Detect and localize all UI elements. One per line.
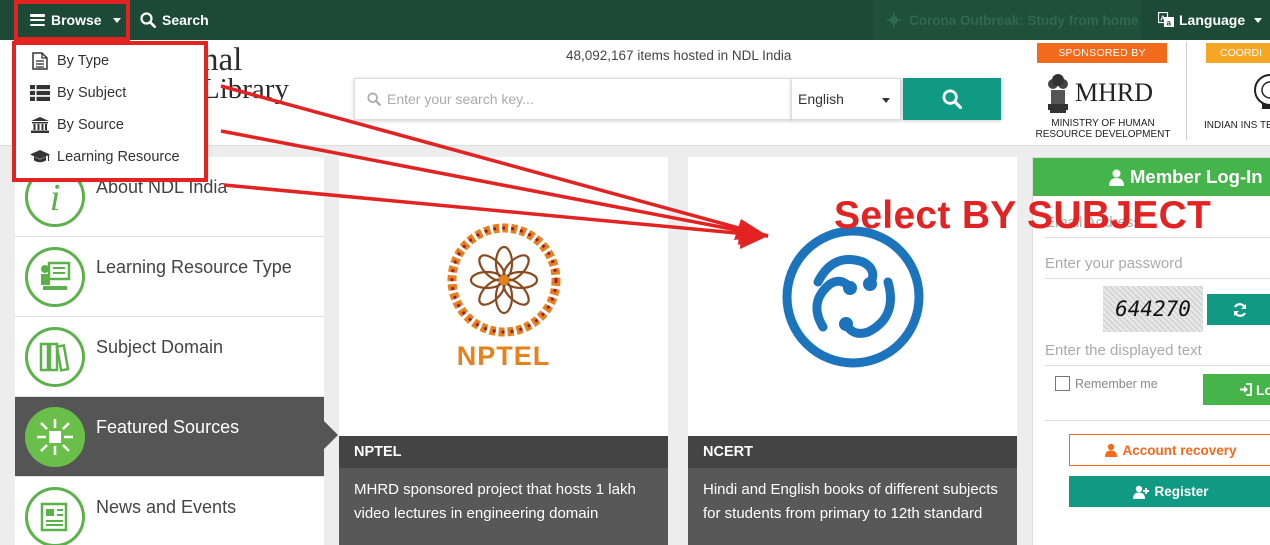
captcha-image: 644270 [1103, 286, 1203, 332]
svg-text:a: a [1167, 19, 1172, 28]
refresh-icon [1233, 302, 1247, 317]
corona-label: Corona Outbreak: Study from home [909, 12, 1139, 28]
login-label: Lo [1256, 381, 1270, 398]
nav-item-featured-sources[interactable]: Featured Sources [15, 397, 324, 477]
svg-text:A: A [1160, 16, 1165, 23]
translate-icon: Aa [1158, 12, 1174, 28]
remember-me[interactable]: Remember me [1055, 376, 1158, 391]
login-button[interactable]: Lo [1203, 374, 1270, 405]
teacher-board-icon [25, 247, 85, 307]
language-button[interactable]: Aa Language [1158, 0, 1263, 40]
mhrd-logo-text: MHRD [1075, 78, 1154, 107]
national-emblem-icon [1048, 74, 1068, 113]
search-language-select[interactable]: English [791, 78, 901, 120]
nptel-emblem-icon [447, 223, 560, 337]
ndl-india-page: Browse Search Corona Outbreak: Study fro… [0, 0, 1270, 545]
remember-label: Remember me [1075, 376, 1158, 391]
account-recovery-label: Account recovery [1122, 442, 1237, 458]
nptel-logo: NPTEL [339, 157, 668, 436]
captcha-refresh-button[interactable] [1207, 294, 1270, 325]
user-icon [1109, 169, 1124, 186]
login-header: Member Log-In [1033, 158, 1270, 196]
search-label: Search [162, 12, 209, 28]
register-button[interactable]: Register [1069, 476, 1270, 507]
search-language-value: English [798, 91, 844, 107]
account-recovery-button[interactable]: Account recovery [1069, 434, 1270, 466]
nav-item-label: Subject Domain [96, 337, 224, 357]
svg-text:i: i [50, 177, 61, 217]
annotation-highlight-menu [12, 41, 208, 182]
iit-emblem-icon [1254, 74, 1270, 109]
nav-item-subject-domain[interactable]: Subject Domain [15, 317, 324, 397]
nav-item-label: Learning Resource Type [96, 257, 292, 277]
search-icon [942, 89, 962, 109]
login-divider [1045, 420, 1270, 421]
register-label: Register [1154, 484, 1209, 499]
top-navbar: Browse Search Corona Outbreak: Study fro… [0, 0, 1270, 40]
caret-down-icon [882, 98, 890, 103]
nav-item-label: Featured Sources [96, 417, 240, 437]
search-icon [367, 92, 381, 106]
search-input[interactable] [387, 91, 767, 107]
card-description: Hindi and English books of different sub… [688, 468, 1017, 545]
search-button[interactable]: Search [140, 0, 209, 40]
mhrd-subtitle: MINISTRY OF HUMAN RESOURCE DEVELOPMENT [1035, 118, 1171, 140]
corona-banner-link[interactable]: Corona Outbreak: Study from home [873, 0, 1141, 40]
nptel-logo-text: NPTEL [456, 341, 551, 371]
network-icon [25, 407, 85, 467]
annotation-instruction: Select BY SUBJECT [834, 194, 1212, 237]
nav-item-learning-resource-type[interactable]: Learning Resource Type [15, 237, 324, 317]
search-submit-button[interactable] [903, 78, 1001, 120]
nav-item-news-events[interactable]: News and Events [15, 477, 324, 545]
items-count: 48,092,167 items hosted in NDL India [566, 48, 792, 63]
card-title: NPTEL [339, 436, 668, 468]
sign-in-icon [1240, 383, 1252, 396]
user-plus-icon [1133, 485, 1150, 499]
card-title: NCERT [688, 436, 1017, 468]
nav-item-label: News and Events [96, 497, 237, 517]
captcha-field[interactable]: Enter the displayed text [1045, 336, 1270, 366]
ncert-emblem-icon [782, 226, 923, 367]
password-placeholder: Enter your password [1045, 255, 1183, 272]
caret-down-icon [1254, 17, 1263, 23]
language-label: Language [1179, 12, 1246, 28]
user-secret-icon [1105, 443, 1118, 457]
card-description: MHRD sponsored project that hosts 1 lakh… [339, 468, 668, 545]
active-nav-pointer [324, 421, 338, 449]
coordinated-by-badge: COORDI [1206, 43, 1270, 63]
captcha-placeholder: Enter the displayed text [1045, 342, 1202, 359]
left-navigation: i About NDL India Learning Resource Type… [15, 157, 324, 545]
virus-icon [887, 13, 901, 27]
header-divider [1186, 42, 1187, 140]
featured-source-card-nptel[interactable]: NPTEL NPTEL MHRD sponsored project that … [339, 157, 668, 545]
annotation-highlight-browse [14, 0, 130, 41]
newspaper-icon [25, 487, 85, 545]
login-title: Member Log-In [1130, 166, 1263, 187]
iit-subtitle: INDIAN INS TECHNOLOGY [1204, 120, 1270, 131]
password-field[interactable]: Enter your password [1045, 249, 1270, 279]
search-icon [140, 12, 156, 28]
sponsored-by-badge: SPONSORED BY [1037, 43, 1167, 63]
remember-checkbox[interactable] [1055, 376, 1070, 391]
books-icon [25, 327, 85, 387]
search-box [354, 78, 792, 120]
